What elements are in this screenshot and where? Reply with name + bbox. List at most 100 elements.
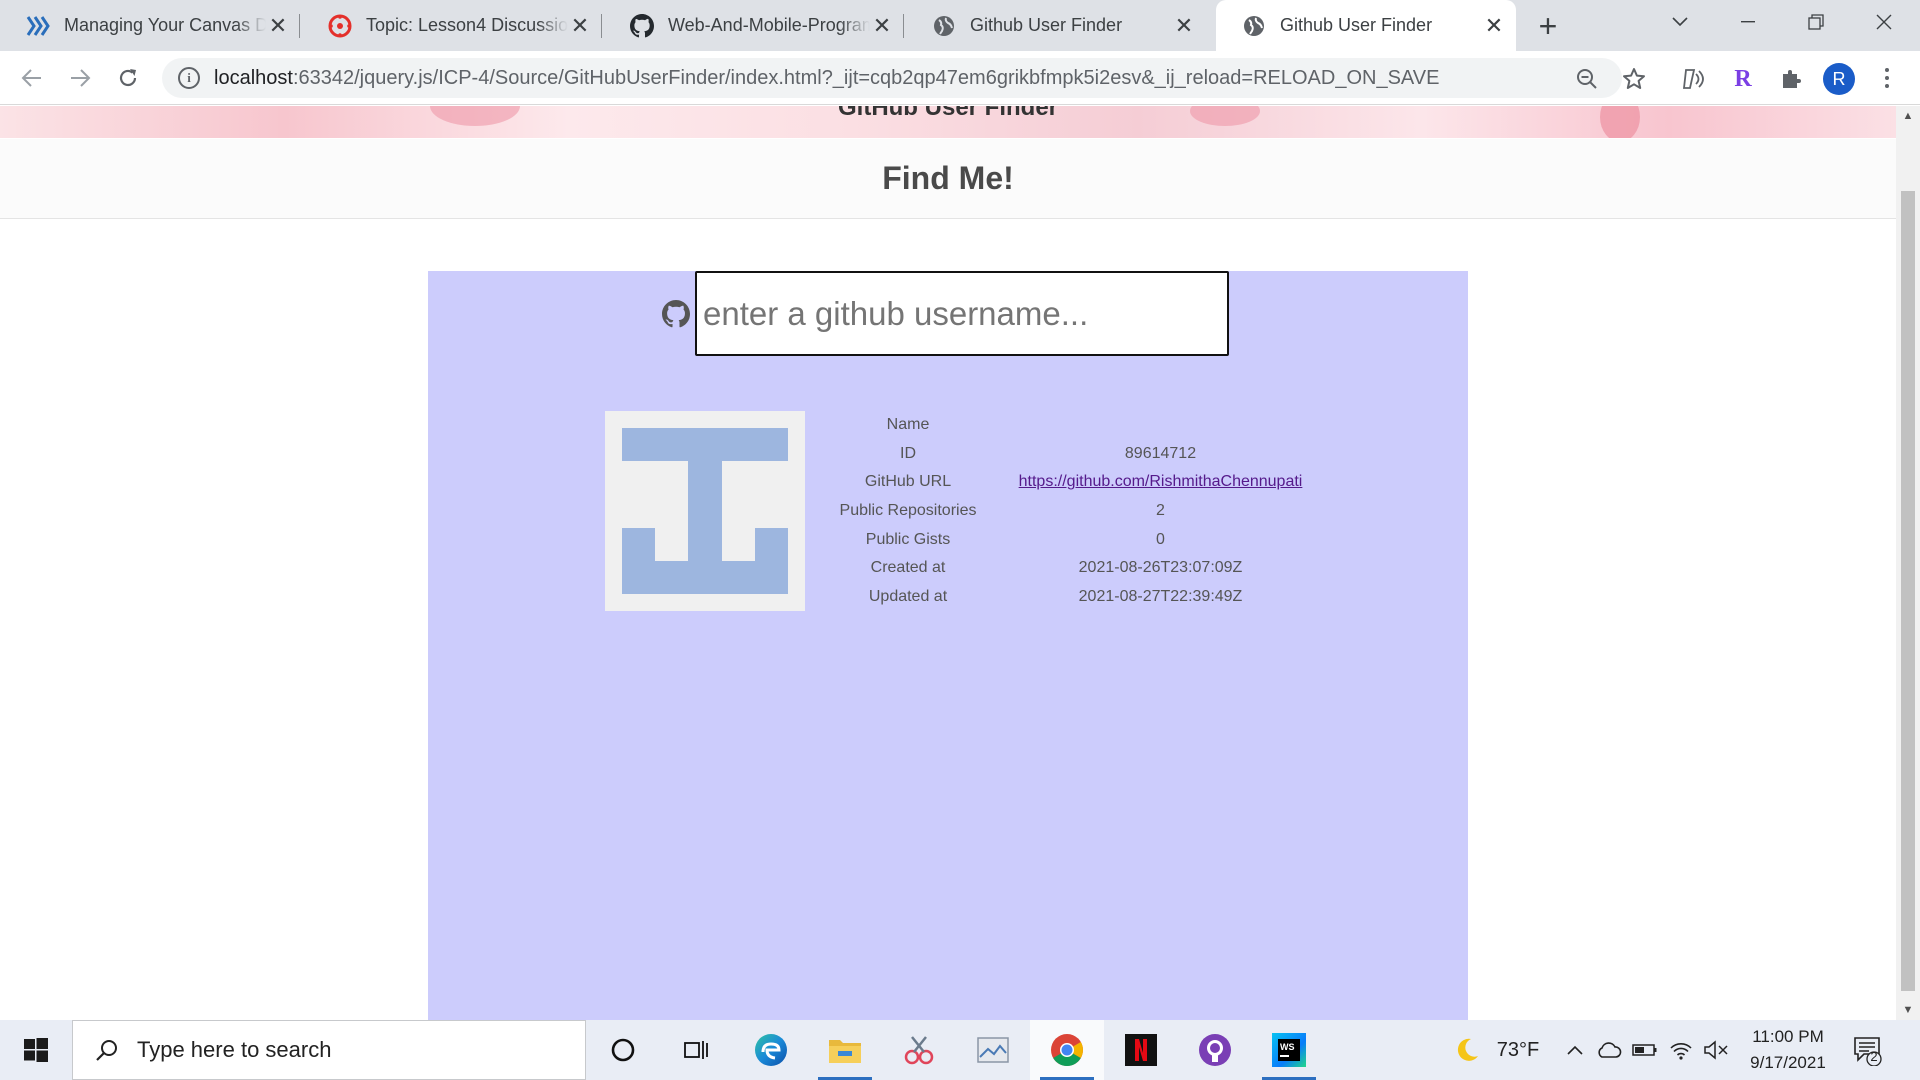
task-view-icon[interactable] <box>660 1020 734 1080</box>
browser-tab[interactable]: Web-And-Mobile-Programming ✕ <box>604 0 904 51</box>
netflix-icon[interactable] <box>1104 1020 1178 1080</box>
table-row: ID 89614712 <box>823 440 1328 469</box>
github-username-input[interactable] <box>695 271 1229 356</box>
table-row: GitHub URL https://github.com/RishmithaC… <box>823 468 1328 497</box>
canvas-studio-icon <box>26 14 50 38</box>
snipping-tool-icon[interactable] <box>882 1020 956 1080</box>
github-url-label: GitHub URL <box>864 473 952 491</box>
extension-r-icon[interactable]: R <box>1728 64 1758 94</box>
photos-icon[interactable] <box>956 1020 1030 1080</box>
profile-info-table: Name ID 89614712 GitHub URL https://gith… <box>823 411 1328 611</box>
window-close-button[interactable] <box>1856 0 1912 44</box>
onedrive-cloud-icon[interactable] <box>1594 1020 1624 1080</box>
bookmark-star-icon[interactable] <box>1619 64 1649 94</box>
notification-center-icon[interactable]: 2 <box>1852 1034 1884 1067</box>
close-icon[interactable]: ✕ <box>1172 13 1196 38</box>
back-button[interactable] <box>16 62 48 94</box>
created-at-label: Created at <box>870 559 946 577</box>
read-aloud-extension-icon[interactable] <box>1680 64 1710 94</box>
browser-toolbar: i localhost:63342/jquery.js/ICP-4/Source… <box>0 51 1920 105</box>
tab-title: Github User Finder <box>970 15 1123 35</box>
updated-at-value: 2021-08-27T22:39:49Z <box>1078 587 1243 605</box>
table-row: Name <box>823 411 1328 440</box>
taskbar-search-placeholder: Type here to search <box>137 1037 332 1062</box>
close-icon[interactable]: ✕ <box>1482 13 1506 38</box>
id-label: ID <box>900 444 916 462</box>
scrollbar-thumb[interactable] <box>1901 191 1915 991</box>
search-icon <box>96 1040 117 1061</box>
chrome-icon[interactable] <box>1030 1020 1104 1080</box>
close-icon[interactable]: ✕ <box>266 13 290 38</box>
restore-button[interactable] <box>1788 0 1844 44</box>
minimize-button[interactable] <box>1720 0 1776 44</box>
page-viewport: GitHub User Finder Find Me! enter a gith… <box>0 106 1896 1020</box>
notification-count: 2 <box>1870 1049 1878 1064</box>
page-header: Find Me! <box>0 139 1896 219</box>
clock-date: 9/17/2021 <box>1750 1053 1826 1072</box>
github-url-link[interactable]: https://github.com/RishmithaChennupati <box>1019 473 1303 490</box>
table-row: Created at 2021-08-26T23:07:09Z <box>823 554 1328 583</box>
tab-title: Topic: Lesson4 Discussion <box>366 15 568 35</box>
close-icon[interactable]: ✕ <box>870 13 894 38</box>
public-gists-value: 0 <box>1156 530 1165 548</box>
windows-taskbar: Type here to search WS 73°F 11:00 PM 9/1… <box>0 1020 1920 1080</box>
windows-start-button[interactable] <box>0 1020 72 1080</box>
table-row: Updated at 2021-08-27T22:39:49Z <box>823 582 1328 611</box>
page-scrollbar[interactable]: ▲ ▼ <box>1896 106 1920 1020</box>
browser-tab[interactable]: Topic: Lesson4 Discussion ✕ <box>302 0 602 51</box>
public-repos-label: Public Repositories <box>839 501 977 519</box>
tab-strip: Managing Your Canvas Dashboard ✕ Topic: … <box>0 0 1920 51</box>
forward-button[interactable] <box>64 62 96 94</box>
volume-muted-icon[interactable] <box>1700 1020 1732 1080</box>
cortana-icon[interactable] <box>586 1020 660 1080</box>
scroll-down-arrow-icon[interactable]: ▼ <box>1896 1000 1920 1020</box>
github-desktop-icon[interactable] <box>1178 1020 1252 1080</box>
banner-title: GitHub User Finder <box>837 106 1059 121</box>
table-row: Public Gists 0 <box>823 525 1328 554</box>
site-info-icon[interactable]: i <box>178 67 200 89</box>
battery-icon[interactable] <box>1630 1020 1660 1080</box>
url-text: localhost:63342/jquery.js/ICP-4/Source/G… <box>214 66 1440 89</box>
scroll-up-arrow-icon[interactable]: ▲ <box>1896 106 1920 126</box>
new-tab-button[interactable]: + <box>1530 8 1566 44</box>
user-profile: Name ID 89614712 GitHub URL https://gith… <box>605 411 1328 611</box>
user-avatar-identicon <box>605 411 805 611</box>
wifi-icon[interactable] <box>1666 1020 1696 1080</box>
browser-tab[interactable]: Github User Finder ✕ <box>906 0 1206 51</box>
canvas-lms-icon <box>328 14 352 38</box>
profile-avatar[interactable]: R <box>1823 63 1855 95</box>
github-icon <box>662 299 690 328</box>
public-gists-label: Public Gists <box>865 530 951 548</box>
weather-moon-icon[interactable] <box>1446 1020 1488 1080</box>
show-hidden-icons-chevron-icon[interactable] <box>1560 1020 1590 1080</box>
zoom-icon[interactable] <box>1572 64 1602 94</box>
tab-title: Web-And-Mobile-Programming <box>668 15 870 35</box>
id-value: 89614712 <box>1124 444 1197 462</box>
weather-temperature[interactable]: 73°F <box>1490 1020 1546 1080</box>
name-value <box>993 411 1328 440</box>
browser-tab-active[interactable]: Github User Finder ✕ <box>1216 0 1516 51</box>
webstorm-icon[interactable]: WS <box>1252 1020 1326 1080</box>
taskbar-search-box[interactable]: Type here to search <box>72 1020 586 1080</box>
browser-menu-icon[interactable] <box>1872 63 1902 93</box>
file-explorer-icon[interactable] <box>808 1020 882 1080</box>
taskbar-clock[interactable]: 11:00 PM 9/17/2021 <box>1740 1024 1836 1076</box>
public-repos-value: 2 <box>1156 501 1165 519</box>
globe-icon <box>1242 14 1266 38</box>
github-icon <box>630 13 654 38</box>
finder-card: Name ID 89614712 GitHub URL https://gith… <box>428 271 1468 1020</box>
page-title: Find Me! <box>882 160 1014 196</box>
close-icon[interactable]: ✕ <box>568 13 592 38</box>
address-bar[interactable]: i localhost:63342/jquery.js/ICP-4/Source… <box>162 58 1622 98</box>
reload-button[interactable] <box>112 62 144 94</box>
browser-tab[interactable]: Managing Your Canvas Dashboard ✕ <box>0 0 300 51</box>
page-banner: GitHub User Finder <box>0 106 1896 138</box>
tab-title: Managing Your Canvas Dashboard <box>64 15 266 35</box>
tab-title: Github User Finder <box>1280 15 1433 35</box>
extensions-puzzle-icon[interactable] <box>1776 64 1806 94</box>
tab-search-chevron-icon[interactable] <box>1652 0 1708 44</box>
updated-at-label: Updated at <box>868 587 948 605</box>
search-row <box>662 271 1229 356</box>
github-url-cell: https://github.com/RishmithaChennupati <box>993 468 1328 497</box>
edge-icon[interactable] <box>734 1020 808 1080</box>
